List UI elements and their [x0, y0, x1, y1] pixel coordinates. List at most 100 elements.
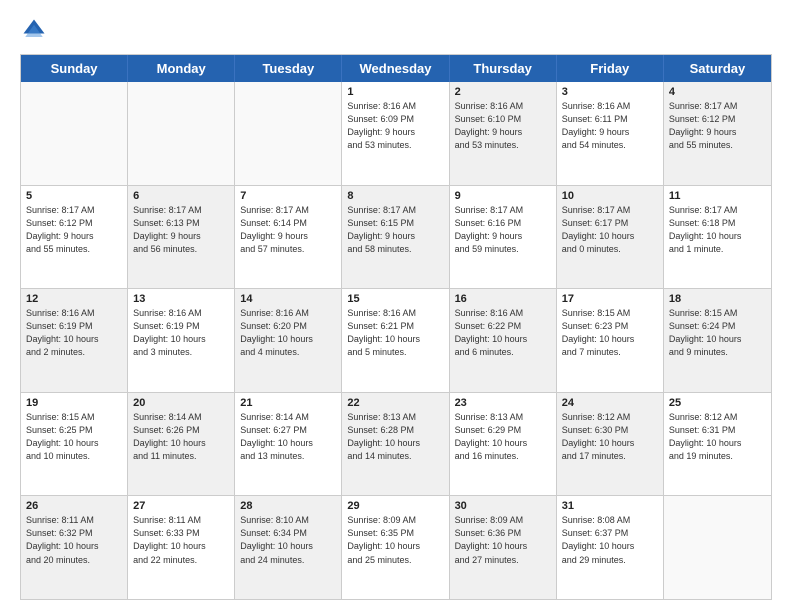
day-info-26: Sunrise: 8:11 AM Sunset: 6:32 PM Dayligh… — [26, 514, 122, 566]
day-number-23: 23 — [455, 397, 551, 409]
day-cell-10: 10Sunrise: 8:17 AM Sunset: 6:17 PM Dayli… — [557, 186, 664, 289]
day-cell-28: 28 Sunrise: 8:10 AM Sunset: 6:34 PM Dayli… — [235, 496, 342, 599]
logo-icon — [20, 16, 48, 44]
day-number-13: 13 — [133, 293, 229, 305]
day-number-12: 12 — [26, 293, 122, 305]
day-number-15: 15 — [347, 293, 443, 305]
day-number-17: 17 — [562, 293, 658, 305]
day-info-13: Sunrise: 8:16 AM Sunset: 6:19 PM Dayligh… — [133, 307, 229, 359]
day-info-17: Sunrise: 8:15 AM Sunset: 6:23 PM Dayligh… — [562, 307, 658, 359]
day-info-29: Sunrise: 8:09 AM Sunset: 6:35 PM Dayligh… — [347, 514, 443, 566]
day-info-25: Sunrise: 8:12 AM Sunset: 6:31 PM Dayligh… — [669, 411, 766, 463]
calendar-row-4: 26 Sunrise: 8:11 AM Sunset: 6:32 PM Dayli… — [21, 495, 771, 599]
day-info-24: Sunrise: 8:12 AM Sunset: 6:30 PM Dayligh… — [562, 411, 658, 463]
day-cell-21: 21 Sunrise: 8:14 AM Sunset: 6:27 PM Dayli… — [235, 393, 342, 496]
day-number-31: 31 — [562, 500, 658, 512]
day-number-3: 3 — [562, 86, 658, 98]
day-cell-7: 7Sunrise: 8:17 AM Sunset: 6:14 PM Daylig… — [235, 186, 342, 289]
day-cell-23: 23Sunrise: 8:13 AM Sunset: 6:29 PM Dayli… — [450, 393, 557, 496]
page-header — [20, 16, 772, 44]
day-number-21: 21 — [240, 397, 336, 409]
day-cell-26: 26 Sunrise: 8:11 AM Sunset: 6:32 PM Dayli… — [21, 496, 128, 599]
day-info-19: Sunrise: 8:15 AM Sunset: 6:25 PM Dayligh… — [26, 411, 122, 463]
day-info-3: Sunrise: 8:16 AM Sunset: 6:11 PM Dayligh… — [562, 100, 658, 152]
header-friday: Friday — [557, 55, 664, 82]
empty-cell-0-1 — [128, 82, 235, 185]
day-cell-2: 2 Sunrise: 8:16 AM Sunset: 6:10 PM Daylig… — [450, 82, 557, 185]
day-number-2: 2 — [455, 86, 551, 98]
day-info-30: Sunrise: 8:09 AM Sunset: 6:36 PM Dayligh… — [455, 514, 551, 566]
day-cell-25: 25 Sunrise: 8:12 AM Sunset: 6:31 PM Dayli… — [664, 393, 771, 496]
header-thursday: Thursday — [450, 55, 557, 82]
day-info-16: Sunrise: 8:16 AM Sunset: 6:22 PM Dayligh… — [455, 307, 551, 359]
day-number-22: 22 — [347, 397, 443, 409]
day-number-18: 18 — [669, 293, 766, 305]
header-saturday: Saturday — [664, 55, 771, 82]
calendar-row-3: 19 Sunrise: 8:15 AM Sunset: 6:25 PM Dayli… — [21, 392, 771, 496]
day-info-28: Sunrise: 8:10 AM Sunset: 6:34 PM Dayligh… — [240, 514, 336, 566]
day-cell-9: 9 Sunrise: 8:17 AM Sunset: 6:16 PM Daylig… — [450, 186, 557, 289]
day-number-28: 28 — [240, 500, 336, 512]
day-info-11: Sunrise: 8:17 AM Sunset: 6:18 PM Dayligh… — [669, 204, 766, 256]
day-info-4: Sunrise: 8:17 AM Sunset: 6:12 PM Dayligh… — [669, 100, 766, 152]
header-monday: Monday — [128, 55, 235, 82]
header-wednesday: Wednesday — [342, 55, 449, 82]
day-info-27: Sunrise: 8:11 AM Sunset: 6:33 PM Dayligh… — [133, 514, 229, 566]
day-cell-29: 29 Sunrise: 8:09 AM Sunset: 6:35 PM Dayli… — [342, 496, 449, 599]
day-number-24: 24 — [562, 397, 658, 409]
day-cell-22: 22 Sunrise: 8:13 AM Sunset: 6:28 PM Dayli… — [342, 393, 449, 496]
day-info-22: Sunrise: 8:13 AM Sunset: 6:28 PM Dayligh… — [347, 411, 443, 463]
day-number-27: 27 — [133, 500, 229, 512]
day-cell-11: 11 Sunrise: 8:17 AM Sunset: 6:18 PM Dayli… — [664, 186, 771, 289]
day-number-26: 26 — [26, 500, 122, 512]
day-number-19: 19 — [26, 397, 122, 409]
day-number-11: 11 — [669, 190, 766, 202]
day-info-9: Sunrise: 8:17 AM Sunset: 6:16 PM Dayligh… — [455, 204, 551, 256]
day-info-21: Sunrise: 8:14 AM Sunset: 6:27 PM Dayligh… — [240, 411, 336, 463]
day-info-14: Sunrise: 8:16 AM Sunset: 6:20 PM Dayligh… — [240, 307, 336, 359]
day-number-8: 8 — [347, 190, 443, 202]
day-number-30: 30 — [455, 500, 551, 512]
day-info-7: Sunrise: 8:17 AM Sunset: 6:14 PM Dayligh… — [240, 204, 336, 256]
day-cell-16: 16 Sunrise: 8:16 AM Sunset: 6:22 PM Dayli… — [450, 289, 557, 392]
empty-cell-0-2 — [235, 82, 342, 185]
day-cell-18: 18 Sunrise: 8:15 AM Sunset: 6:24 PM Dayli… — [664, 289, 771, 392]
day-cell-5: 5 Sunrise: 8:17 AM Sunset: 6:12 PM Daylig… — [21, 186, 128, 289]
empty-cell-4-6 — [664, 496, 771, 599]
day-cell-20: 20Sunrise: 8:14 AM Sunset: 6:26 PM Dayli… — [128, 393, 235, 496]
day-number-25: 25 — [669, 397, 766, 409]
day-number-29: 29 — [347, 500, 443, 512]
header-tuesday: Tuesday — [235, 55, 342, 82]
day-info-18: Sunrise: 8:15 AM Sunset: 6:24 PM Dayligh… — [669, 307, 766, 359]
day-info-5: Sunrise: 8:17 AM Sunset: 6:12 PM Dayligh… — [26, 204, 122, 256]
day-number-5: 5 — [26, 190, 122, 202]
day-info-10: Sunrise: 8:17 AM Sunset: 6:17 PM Dayligh… — [562, 204, 658, 256]
day-info-15: Sunrise: 8:16 AM Sunset: 6:21 PM Dayligh… — [347, 307, 443, 359]
day-cell-19: 19 Sunrise: 8:15 AM Sunset: 6:25 PM Dayli… — [21, 393, 128, 496]
day-cell-13: 13 Sunrise: 8:16 AM Sunset: 6:19 PM Dayli… — [128, 289, 235, 392]
day-number-16: 16 — [455, 293, 551, 305]
day-info-6: Sunrise: 8:17 AM Sunset: 6:13 PM Dayligh… — [133, 204, 229, 256]
day-cell-15: 15 Sunrise: 8:16 AM Sunset: 6:21 PM Dayli… — [342, 289, 449, 392]
day-number-9: 9 — [455, 190, 551, 202]
header-sunday: Sunday — [21, 55, 128, 82]
day-number-1: 1 — [347, 86, 443, 98]
day-cell-14: 14 Sunrise: 8:16 AM Sunset: 6:20 PM Dayli… — [235, 289, 342, 392]
day-cell-8: 8 Sunrise: 8:17 AM Sunset: 6:15 PM Daylig… — [342, 186, 449, 289]
day-cell-30: 30 Sunrise: 8:09 AM Sunset: 6:36 PM Dayli… — [450, 496, 557, 599]
day-info-31: Sunrise: 8:08 AM Sunset: 6:37 PM Dayligh… — [562, 514, 658, 566]
day-info-2: Sunrise: 8:16 AM Sunset: 6:10 PM Dayligh… — [455, 100, 551, 152]
day-number-20: 20 — [133, 397, 229, 409]
calendar-header-row: SundayMondayTuesdayWednesdayThursdayFrid… — [21, 55, 771, 82]
day-info-8: Sunrise: 8:17 AM Sunset: 6:15 PM Dayligh… — [347, 204, 443, 256]
logo — [20, 16, 52, 44]
day-number-14: 14 — [240, 293, 336, 305]
calendar: SundayMondayTuesdayWednesdayThursdayFrid… — [20, 54, 772, 600]
day-cell-1: 1Sunrise: 8:16 AM Sunset: 6:09 PM Daylig… — [342, 82, 449, 185]
day-cell-17: 17 Sunrise: 8:15 AM Sunset: 6:23 PM Dayli… — [557, 289, 664, 392]
calendar-row-0: 1Sunrise: 8:16 AM Sunset: 6:09 PM Daylig… — [21, 82, 771, 185]
calendar-body: 1Sunrise: 8:16 AM Sunset: 6:09 PM Daylig… — [21, 82, 771, 599]
day-cell-4: 4Sunrise: 8:17 AM Sunset: 6:12 PM Daylig… — [664, 82, 771, 185]
empty-cell-0-0 — [21, 82, 128, 185]
day-cell-24: 24 Sunrise: 8:12 AM Sunset: 6:30 PM Dayli… — [557, 393, 664, 496]
